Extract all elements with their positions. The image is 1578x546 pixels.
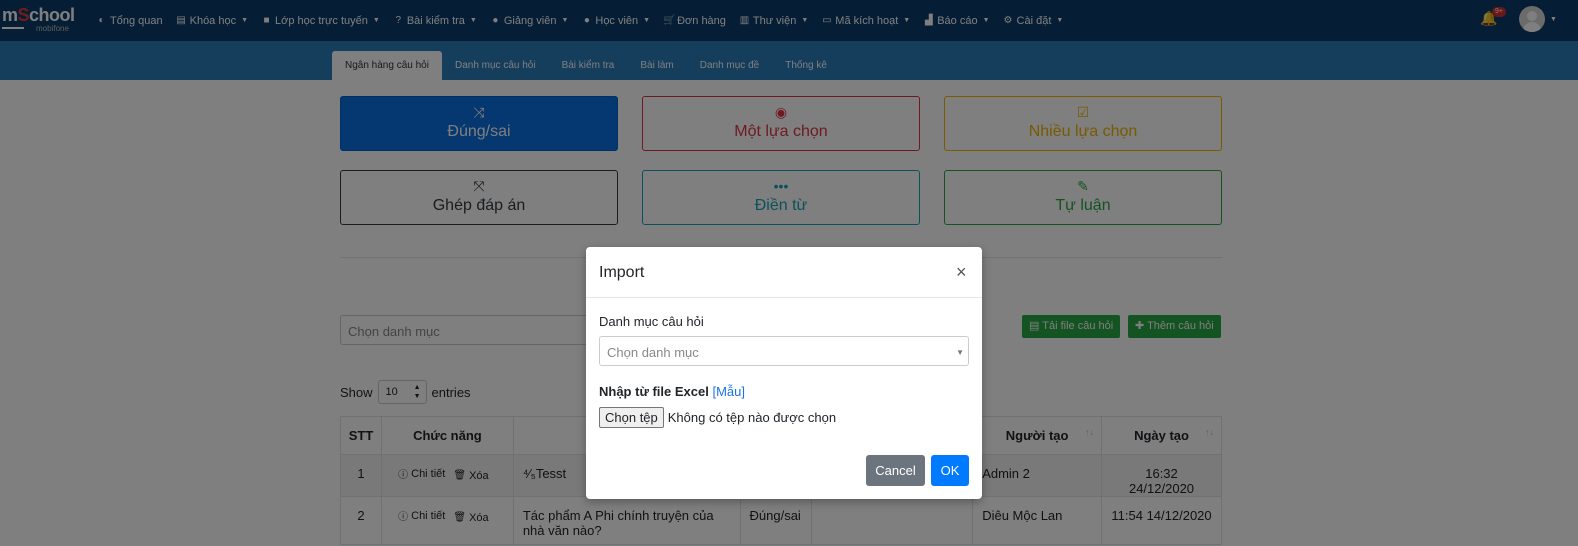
category-label: Danh mục câu hỏi <box>599 314 704 329</box>
file-input: Chọn tệp Không có tệp nào được chọn <box>599 407 836 428</box>
modal-category-select[interactable]: Chọn danh mục ▼ <box>599 336 969 366</box>
ok-button[interactable]: OK <box>931 455 969 486</box>
file-status: Không có tệp nào được chọn <box>667 410 837 425</box>
chevron-down-icon: ▼ <box>956 348 964 357</box>
close-icon[interactable]: × <box>956 263 967 281</box>
template-link[interactable]: Mẫu <box>716 384 741 399</box>
import-modal: Import × Danh mục câu hỏi Chọn danh mục … <box>586 247 982 499</box>
import-label: Nhập từ file Excel [Mẫu] <box>599 384 746 399</box>
modal-title: Import <box>599 264 645 281</box>
cancel-button[interactable]: Cancel <box>866 455 925 486</box>
choose-file-button[interactable]: Chọn tệp <box>599 407 664 428</box>
